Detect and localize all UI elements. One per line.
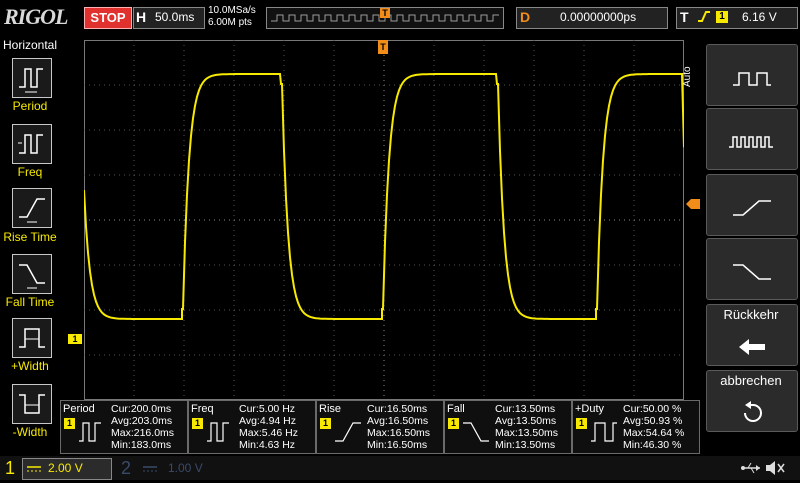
graticule [84, 40, 684, 400]
measurement-max: Max:5.46 Hz [239, 427, 298, 439]
measurement-fall[interactable]: Fall 1 Cur:13.50ms Avg:13.50ms Max:13.50… [444, 400, 572, 454]
delay-letter: D [520, 9, 531, 25]
positive-width-icon [19, 328, 45, 348]
measurement-min: Min:183.0ms [111, 439, 172, 451]
measurement-avg: Avg:16.50ms [367, 415, 429, 427]
period-icon [79, 422, 101, 442]
delay-value: 0.00000000ps [560, 10, 637, 24]
run-stop-indicator[interactable]: STOP [84, 7, 132, 29]
timebase-value: 50.0ms [155, 10, 195, 24]
trigger-level-marker[interactable] [686, 196, 700, 209]
measurement-positive-duty[interactable]: +Duty 1 Cur:50.00 % Avg:50.93 % Max:54.6… [572, 400, 700, 454]
measurement-max: Max:16.50ms [367, 427, 431, 439]
timebase-letter: H [136, 9, 147, 25]
negative-width-icon [19, 394, 45, 414]
fall-time-icon [19, 264, 45, 289]
pulse-train-icon [729, 136, 773, 148]
rise-time-label: Rise Time [3, 230, 57, 244]
speaker-muted-icon[interactable] [764, 458, 786, 478]
fall-edge-button[interactable] [706, 238, 798, 300]
rise-time-icon [335, 422, 361, 442]
measurement-min: Min:4.63 Hz [239, 439, 296, 451]
measurement-min: Min:16.50ms [367, 439, 428, 451]
measurement-avg: Avg:13.50ms [495, 415, 557, 427]
measurement-min: Min:46.30 % [623, 439, 682, 451]
trigger-channel-badge: 1 [716, 11, 728, 23]
trigger-position-marker: T [380, 8, 390, 18]
measurement-cur: Cur:16.50ms [367, 403, 428, 415]
measurement-cur: Cur:50.00 % [623, 403, 682, 415]
negative-width-label: -Width [12, 425, 48, 439]
rise-time-button[interactable] [12, 188, 52, 228]
usb-icon [740, 458, 762, 478]
waveform-display[interactable] [84, 40, 684, 400]
period-button[interactable] [12, 58, 52, 98]
pulse-train-button[interactable] [706, 108, 798, 170]
measurement-channel-badge: 1 [64, 418, 75, 429]
measurement-channel-badge: 1 [448, 418, 459, 429]
freq-button[interactable] [12, 124, 52, 164]
measurement-channel-badge: 1 [320, 418, 331, 429]
dc-coupling-icon [142, 462, 158, 474]
sample-rate: 10.0MSa/s [208, 5, 256, 16]
frequency-icon [18, 134, 43, 154]
rigol-logo: RIGOL [4, 4, 68, 29]
trigger-time-marker[interactable]: T [378, 40, 388, 54]
rising-edge-icon [697, 7, 711, 27]
dc-coupling-icon [26, 462, 42, 474]
measurement-avg: Avg:50.93 % [623, 415, 683, 427]
freq-label: Freq [17, 165, 43, 179]
ch1-number[interactable]: 1 [0, 456, 20, 480]
back-label: Rückkehr [723, 307, 779, 322]
trigger-level: 6.16 V [742, 10, 777, 24]
measurement-avg: Avg:4.94 Hz [239, 415, 297, 427]
rise-time-icon [19, 198, 45, 223]
falling-edge-icon [733, 264, 771, 280]
fall-time-label: Fall Time [5, 295, 55, 309]
measurement-avg: Avg:203.0ms [111, 415, 173, 427]
measurement-max: Max:54.64 % [623, 427, 685, 439]
single-pulse-button[interactable] [706, 44, 798, 106]
ch2-scale: 1.00 V [168, 461, 203, 475]
cancel-label: abbrechen [720, 373, 782, 388]
measurement-channel-badge: 1 [192, 418, 203, 429]
measurement-max: Max:216.0ms [111, 427, 175, 439]
memory-depth: 6.00M pts [208, 17, 252, 28]
measurement-rise[interactable]: Rise 1 Cur:16.50ms Avg:16.50ms Max:16.50… [316, 400, 444, 454]
rising-edge-icon [733, 200, 771, 216]
measurement-max: Max:13.50ms [495, 427, 559, 439]
negative-width-button[interactable] [12, 384, 52, 424]
measurement-freq[interactable]: Freq 1 Cur:5.00 Hz Avg:4.94 Hz Max:5.46 … [188, 400, 316, 454]
period-icon [19, 68, 43, 93]
period-label: Period [12, 99, 48, 113]
positive-width-label: +Width [11, 359, 49, 373]
right-menu-mode: Auto [682, 66, 693, 87]
measurement-cur: Cur:200.0ms [111, 403, 172, 415]
fall-time-button[interactable] [12, 254, 52, 294]
positive-width-button[interactable] [12, 318, 52, 358]
measurement-min: Min:13.50ms [495, 439, 556, 451]
trigger-letter: T [680, 9, 689, 25]
left-menu-title: Horizontal [2, 38, 58, 52]
ch2-number[interactable]: 2 [116, 456, 136, 480]
pulse-period-icon [733, 72, 771, 86]
measurement-cur: Cur:5.00 Hz [239, 403, 296, 415]
measurement-cur: Cur:13.50ms [495, 403, 556, 415]
duty-cycle-icon [591, 422, 617, 442]
ch1-scale: 2.00 V [48, 461, 83, 475]
fall-time-icon [463, 422, 489, 442]
ch1-ground-marker[interactable]: 1 [68, 334, 82, 344]
rise-edge-button[interactable] [706, 174, 798, 236]
frequency-icon [207, 422, 229, 442]
measurement-channel-badge: 1 [576, 418, 587, 429]
measurement-period[interactable]: Period 1 Cur:200.0ms Avg:203.0ms Max:216… [60, 400, 188, 454]
